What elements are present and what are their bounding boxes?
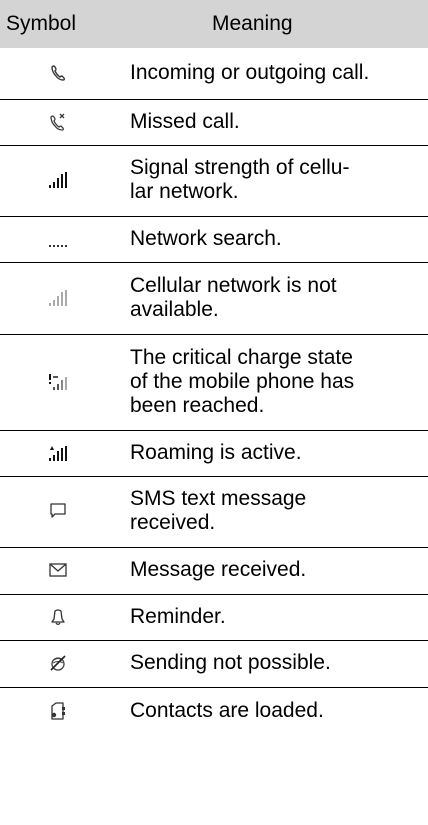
signal-strength-icon [48, 171, 68, 189]
row-meaning-line: Contacts are loaded. [130, 698, 324, 722]
missed-call-icon [49, 113, 67, 131]
symbol-column-header: Symbol [0, 0, 116, 48]
sending-not-possible-icon [49, 654, 67, 672]
table-row: The critical charge state of the mobile … [0, 334, 428, 431]
row-meaning-line: available. [130, 297, 219, 321]
row-meaning-line: lar network. [130, 180, 239, 203]
table-row: Sending not possible. [0, 640, 428, 688]
table-row: Cellular network is not available. [0, 262, 428, 335]
row-meaning-line: been reached. [130, 393, 265, 417]
contacts-loaded-icon [49, 702, 67, 720]
table-row: Contacts are loaded. [0, 687, 428, 735]
row-meaning-line: received. [130, 511, 216, 534]
critical-charge-icon [48, 373, 68, 391]
row-meaning-line: Reminder. [130, 604, 226, 628]
row-meaning-line: Roaming is active. [130, 440, 302, 464]
row-meaning-line: Incoming or outgoing call. [130, 60, 370, 84]
meaning-column-header: Meaning [116, 0, 428, 48]
table-row: Roaming is active. [0, 430, 428, 477]
no-network-icon [48, 289, 68, 307]
sms-icon [49, 502, 67, 520]
row-meaning-line: Missed call. [130, 109, 240, 133]
row-meaning-line: Sending not possible. [130, 651, 331, 674]
row-meaning-line: The critical charge state [130, 345, 353, 369]
table-row: Network search. [0, 216, 428, 263]
table-row: Message received. [0, 547, 428, 595]
row-meaning-line: Network search. [130, 226, 282, 250]
call-icon [50, 64, 66, 82]
row-meaning-line: SMS text message [130, 487, 307, 510]
roaming-icon [48, 444, 68, 462]
bell-icon [50, 608, 66, 626]
row-meaning-line: Message received. [130, 558, 307, 581]
envelope-icon [49, 563, 67, 577]
symbol-table: Symbol Meaning Incoming or outgoing call… [0, 0, 428, 735]
network-search-icon [48, 230, 68, 248]
row-meaning-line: Signal strength of cellu- [130, 156, 350, 179]
table-row: Missed call. [0, 99, 428, 146]
table-row: Reminder. [0, 594, 428, 641]
row-meaning-line: Cellular network is not [130, 273, 337, 297]
table-row: Incoming or outgoing call. [0, 48, 428, 100]
table-header-row: Symbol Meaning [0, 0, 428, 48]
row-meaning-line: of the mobile phone has [130, 369, 355, 393]
table-row: Signal strength of cellu- lar network. [0, 145, 428, 217]
table-row: SMS text message received. [0, 476, 428, 548]
